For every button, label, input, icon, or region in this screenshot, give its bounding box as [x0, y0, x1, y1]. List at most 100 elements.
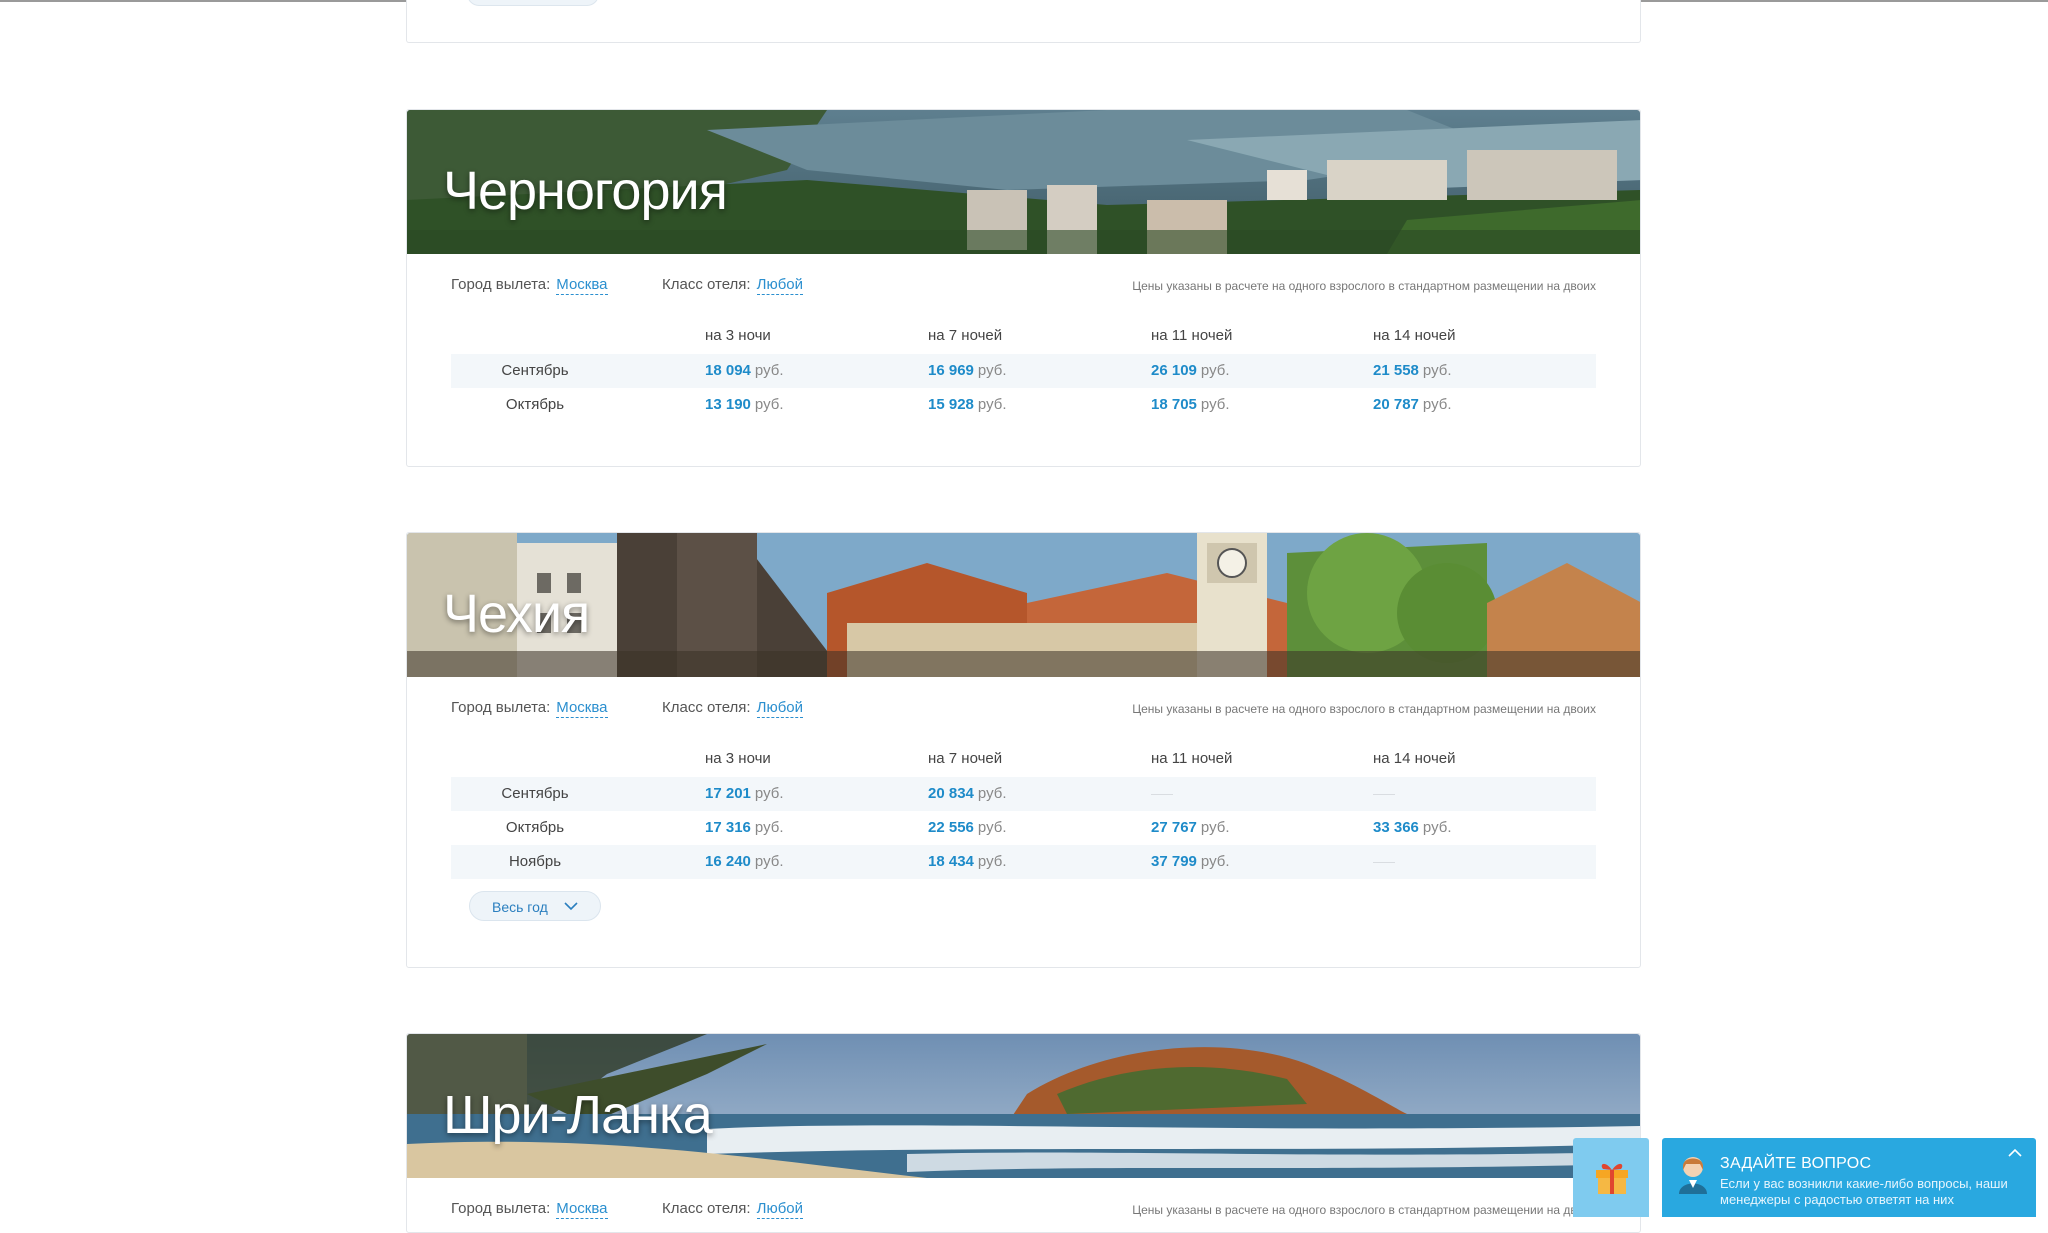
table-header: на 3 ночи на 7 ночей на 11 ночей на 14 н…	[451, 308, 1596, 354]
departure-city-label: Город вылета:	[451, 699, 551, 716]
price-value: 18 434	[928, 853, 974, 870]
month-label: Сентябрь	[501, 362, 569, 379]
price-value: 33 366	[1373, 819, 1419, 836]
currency: руб.	[977, 785, 1007, 802]
gift-widget-button[interactable]	[1573, 1138, 1649, 1217]
whole-year-label: Весь год	[492, 899, 548, 915]
price-cell[interactable]: 27 767 руб.	[1151, 819, 1230, 836]
price-value: 18 094	[705, 362, 751, 379]
chevron-down-icon	[564, 902, 578, 911]
no-price-dash	[1151, 794, 1173, 795]
chat-message: Если у вас возникли какие-либо вопросы, …	[1720, 1176, 2008, 1207]
price-value: 20 787	[1373, 396, 1419, 413]
czech-photo	[407, 533, 1640, 677]
price-cell[interactable]: 33 366 руб.	[1373, 819, 1452, 836]
price-cell[interactable]: 21 558 руб.	[1373, 362, 1452, 379]
price-value: 16 240	[705, 853, 751, 870]
header-nights-7: на 7 ночей	[928, 327, 1003, 344]
price-cell[interactable]: 16 240 руб.	[705, 853, 784, 870]
hotel-class-label: Класс отеля:	[662, 1200, 751, 1217]
filters-bar: Город вылета: Москва Класс отеля: Любой Це…	[407, 1178, 1640, 1232]
price-value: 37 799	[1151, 853, 1197, 870]
table-header: на 3 ночи на 7 ночей на 11 ночей на 14 н…	[451, 731, 1596, 777]
previous-year-button[interactable]	[467, 0, 599, 6]
month-label: Сентябрь	[501, 785, 569, 802]
price-value: 22 556	[928, 819, 974, 836]
price-cell[interactable]: 16 969 руб.	[928, 362, 1007, 379]
hotel-class-label: Класс отеля:	[662, 699, 751, 716]
price-value: 27 767	[1151, 819, 1197, 836]
price-cell[interactable]: 15 928 руб.	[928, 396, 1007, 413]
price-cell[interactable]: 26 109 руб.	[1151, 362, 1230, 379]
departure-city-link[interactable]: Москва	[556, 699, 608, 718]
price-note: Цены указаны в расчете на одного взросло…	[1132, 279, 1596, 293]
country-title: Шри-Ланка	[443, 1085, 713, 1145]
price-value: 26 109	[1151, 362, 1197, 379]
gift-icon	[1596, 1163, 1628, 1194]
hotel-class-link[interactable]: Любой	[756, 1200, 804, 1219]
country-card-montenegro: Черногория Город вылета: Москва Класс оте…	[406, 109, 1641, 467]
price-note: Цены указаны в расчете на одного взросло…	[1132, 702, 1596, 716]
chat-title: ЗАДАЙТЕ ВОПРОС	[1720, 1155, 1872, 1172]
header-nights-11: на 11 ночей	[1151, 327, 1233, 344]
price-cell[interactable]: 20 834 руб.	[928, 785, 1007, 802]
header-nights-3: на 3 ночи	[705, 750, 771, 767]
header-nights-3: на 3 ночи	[705, 327, 771, 344]
hotel-class-link[interactable]: Любой	[756, 699, 804, 718]
price-cell[interactable]: 17 316 руб.	[705, 819, 784, 836]
country-title: Черногория	[443, 161, 728, 221]
price-value: 17 201	[705, 785, 751, 802]
price-cell[interactable]: 37 799 руб.	[1151, 853, 1230, 870]
price-value: 17 316	[705, 819, 751, 836]
header-nights-11: на 11 ночей	[1151, 750, 1233, 767]
price-cell[interactable]: 18 094 руб.	[705, 362, 784, 379]
country-banner: Черногория	[407, 110, 1640, 254]
currency: руб.	[1422, 396, 1452, 413]
price-cell[interactable]: 18 434 руб.	[928, 853, 1007, 870]
country-banner: Чехия	[407, 533, 1640, 677]
price-value: 13 190	[705, 396, 751, 413]
departure-city-link[interactable]: Москва	[556, 1200, 608, 1219]
ask-question-widget[interactable]: ЗАДАЙТЕ ВОПРОС Если у вас возникли какие…	[1662, 1138, 2036, 1217]
departure-city-filter: Город вылета: Москва	[451, 1200, 608, 1219]
chevron-up-icon[interactable]	[2008, 1148, 2022, 1157]
hotel-class-label: Класс отеля:	[662, 276, 751, 293]
price-value: 16 969	[928, 362, 974, 379]
price-cell[interactable]: 13 190 руб.	[705, 396, 784, 413]
price-value: 18 705	[1151, 396, 1197, 413]
departure-city-label: Город вылета:	[451, 276, 551, 293]
year-button-row: Весь год	[451, 879, 1596, 939]
no-price-dash	[1373, 794, 1395, 795]
whole-year-button[interactable]: Весь год	[469, 891, 601, 921]
price-value: 20 834	[928, 785, 974, 802]
hotel-class-filter: Класс отеля: Любой	[662, 1200, 804, 1219]
country-banner: Шри-Ланка	[407, 1034, 1640, 1178]
currency: руб.	[754, 785, 784, 802]
month-label: Ноябрь	[508, 853, 562, 870]
price-cell[interactable]: 22 556 руб.	[928, 819, 1007, 836]
currency: руб.	[1200, 853, 1230, 870]
departure-city-link[interactable]: Москва	[556, 276, 608, 295]
header-nights-7: на 7 ночей	[928, 750, 1003, 767]
price-cell[interactable]: 18 705 руб.	[1151, 396, 1230, 413]
price-note: Цены указаны в расчете на одного взросло…	[1132, 1203, 1596, 1217]
departure-city-label: Город вылета:	[451, 1200, 551, 1217]
price-value: 15 928	[928, 396, 974, 413]
table-row: Ноябрь 16 240 руб. 18 434 руб. 37 799 руб.	[451, 845, 1596, 879]
filters-bar: Город вылета: Москва Класс отеля: Любой Це…	[407, 254, 1640, 308]
table-row: Октябрь 13 190 руб. 15 928 руб. 18 705 руб.…	[451, 388, 1596, 422]
currency: руб.	[754, 362, 784, 379]
currency: руб.	[977, 362, 1007, 379]
table-row: Октябрь 17 316 руб. 22 556 руб. 27 767 руб.…	[451, 811, 1596, 845]
month-label: Октябрь	[505, 396, 565, 413]
currency: руб.	[1200, 362, 1230, 379]
hotel-class-link[interactable]: Любой	[756, 276, 804, 295]
month-label: Октябрь	[505, 819, 565, 836]
price-cell[interactable]: 20 787 руб.	[1373, 396, 1452, 413]
currency: руб.	[977, 396, 1007, 413]
currency: руб.	[754, 819, 784, 836]
country-title: Чехия	[443, 584, 590, 644]
price-cell[interactable]: 17 201 руб.	[705, 785, 784, 802]
hotel-class-filter: Класс отеля: Любой	[662, 699, 804, 718]
currency: руб.	[754, 396, 784, 413]
